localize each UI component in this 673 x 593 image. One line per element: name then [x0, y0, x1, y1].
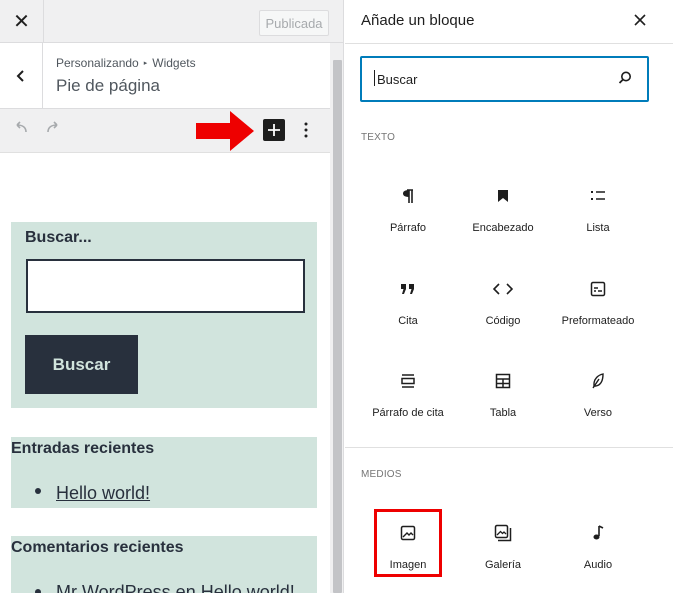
chevron-left-icon: [16, 70, 24, 82]
block-paragraph[interactable]: Párrafo: [362, 172, 454, 254]
block-quote[interactable]: Cita: [362, 265, 454, 347]
breadcrumb-part: Personalizando: [56, 56, 139, 70]
text-caret: [374, 70, 375, 86]
list-bullet: [35, 488, 41, 494]
gallery-icon: [491, 521, 515, 545]
paragraph-icon: [396, 184, 420, 208]
block-label: Verso: [583, 407, 613, 419]
header-divider: [345, 43, 673, 44]
page-title: Pie de página: [56, 76, 160, 95]
breadcrumb-separator: ▸: [143, 60, 148, 67]
redo-icon[interactable]: [44, 119, 62, 142]
block-list[interactable]: Lista: [552, 172, 644, 254]
plus-icon: [268, 124, 280, 136]
list-bullet: [35, 589, 41, 593]
block-search-box: [360, 56, 649, 102]
recent-post-link[interactable]: Hello world!: [56, 483, 150, 504]
block-label: Cita: [398, 315, 418, 327]
block-label: Audio: [583, 559, 613, 571]
search-widget-input[interactable]: [26, 259, 305, 313]
breadcrumb-part: Widgets: [152, 56, 196, 70]
block-search-input[interactable]: [362, 58, 647, 100]
list-icon: [586, 184, 610, 208]
block-label: Lista: [586, 222, 610, 234]
block-verse[interactable]: Verso: [552, 357, 644, 439]
section-divider: [345, 447, 673, 448]
add-block-button[interactable]: [263, 119, 285, 141]
block-label: Tabla: [489, 407, 517, 419]
block-table[interactable]: Tabla: [457, 357, 549, 439]
block-label: Preformateado: [561, 315, 635, 327]
publish-button[interactable]: Publicada: [259, 10, 329, 36]
image-block-highlight: [374, 509, 442, 577]
search-widget-button[interactable]: Buscar: [25, 335, 138, 394]
breadcrumb: Personalizando ▸ Widgets: [56, 56, 196, 70]
recent-comment-link[interactable]: Mr WordPress en Hello world!: [56, 582, 295, 593]
more-vertical-icon[interactable]: [299, 119, 313, 141]
section-header: Personalizando ▸ Widgets Pie de página: [0, 43, 330, 109]
bookmark-icon: [491, 184, 515, 208]
code-icon: [491, 277, 515, 301]
scrollbar-thumb[interactable]: [333, 60, 342, 593]
section-label-media: Medios: [361, 469, 402, 480]
block-gallery[interactable]: Galería: [457, 509, 549, 591]
block-pullquote[interactable]: Párrafo de cita: [362, 357, 454, 439]
red-arrow-icon: [196, 111, 254, 151]
block-label: Encabezado: [472, 222, 534, 234]
block-code[interactable]: Código: [457, 265, 549, 347]
recent-comments-title: Comentarios recientes: [11, 539, 184, 556]
customizer-screen: ✕ Publicada Personalizando ▸ Widgets Pie d…: [0, 0, 673, 593]
table-icon: [491, 369, 515, 393]
section-label-text: Texto: [361, 132, 396, 143]
customizer-panel: ✕ Publicada Personalizando ▸ Widgets Pie d…: [0, 0, 344, 593]
block-label: Galería: [484, 559, 522, 571]
block-heading[interactable]: Encabezado: [457, 172, 549, 254]
search-icon: [618, 71, 631, 84]
pullquote-icon: [396, 369, 420, 393]
inserter-title: Añade un bloque: [361, 12, 475, 29]
block-label: Párrafo: [389, 222, 427, 234]
quote-icon: [396, 277, 420, 301]
customizer-topbar: ✕ Publicada: [0, 0, 343, 43]
block-preformatted[interactable]: Preformateado: [552, 265, 644, 347]
audio-icon: [586, 521, 610, 545]
preformatted-icon: [586, 277, 610, 301]
feather-icon: [586, 369, 610, 393]
back-icon[interactable]: [0, 43, 43, 109]
search-widget-label: Buscar...: [25, 229, 92, 246]
close-icon[interactable]: [634, 11, 646, 31]
block-label: Código: [485, 315, 521, 327]
block-audio[interactable]: Audio: [552, 509, 644, 591]
block-label: Párrafo de cita: [372, 407, 444, 419]
undo-icon[interactable]: [12, 119, 30, 142]
recent-posts-title: Entradas recientes: [11, 440, 155, 457]
close-icon[interactable]: ✕: [0, 0, 44, 43]
